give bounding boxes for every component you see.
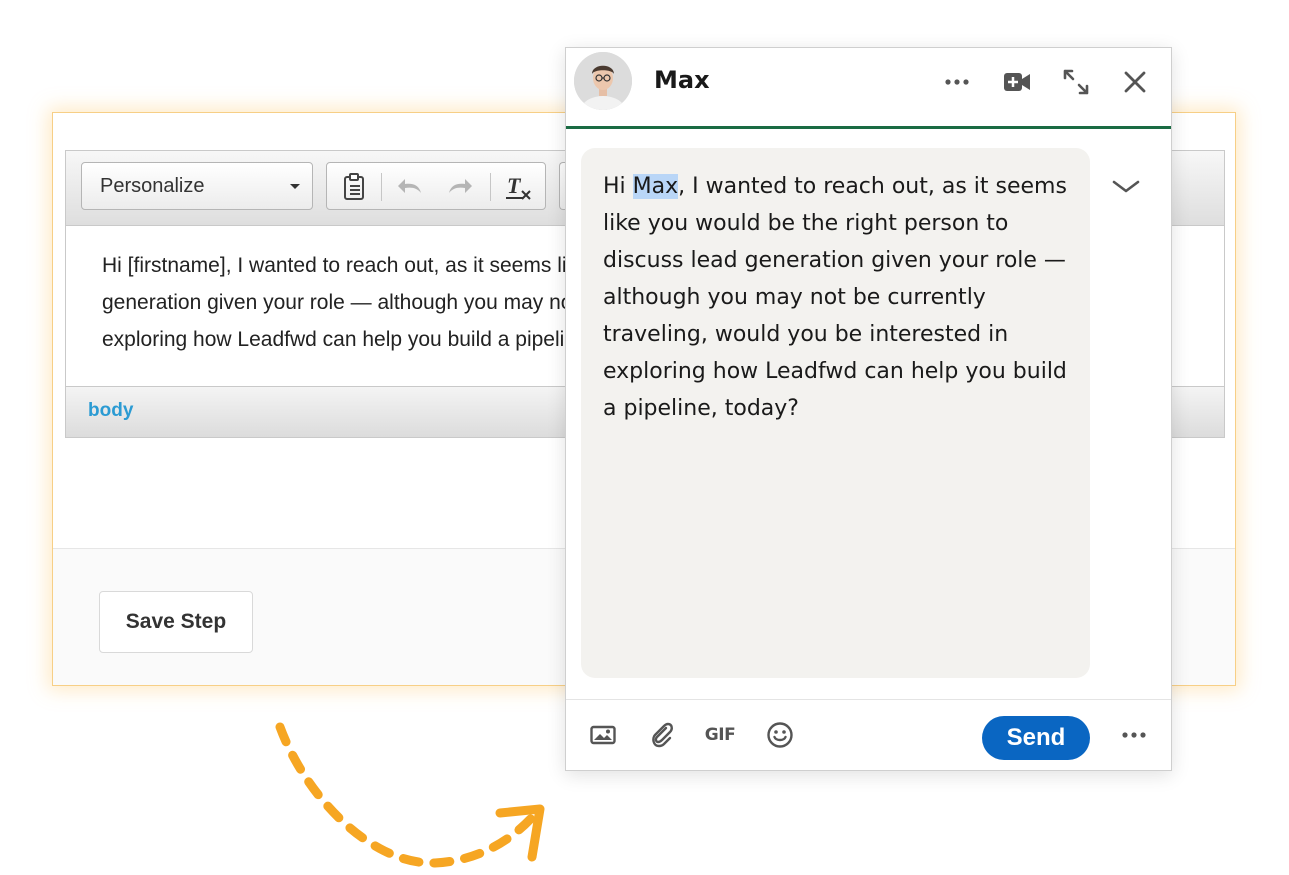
clear-format-icon[interactable]: T <box>503 172 533 202</box>
undo-icon[interactable] <box>396 172 426 202</box>
emoji-icon[interactable] <box>765 720 795 750</box>
attach-icon[interactable] <box>647 720 677 750</box>
email-body-line: Hi [firstname], I wanted to reach out, a… <box>102 254 572 277</box>
message-composer[interactable]: Hi Max, I wanted to reach out, as it see… <box>581 148 1090 678</box>
chevron-down-icon <box>290 184 300 189</box>
more-icon[interactable] <box>1119 720 1149 750</box>
chat-footer: GIF Send <box>566 699 1171 770</box>
gif-icon[interactable]: GIF <box>704 720 736 750</box>
toolbar-divider <box>381 173 382 201</box>
chevron-down-icon[interactable] <box>1111 172 1141 202</box>
edit-tool-group: T <box>326 162 546 210</box>
personalize-dropdown[interactable]: Personalize <box>81 162 313 210</box>
selected-name-text: Max <box>632 174 679 199</box>
send-button[interactable]: Send <box>982 716 1090 760</box>
chat-header: Max <box>566 48 1171 129</box>
email-body-text[interactable]: Hi [firstname], I wanted to reach out, a… <box>102 247 572 358</box>
more-icon[interactable] <box>939 64 975 100</box>
svg-text:T: T <box>507 173 522 198</box>
email-body-line: generation given your role — although yo… <box>102 291 572 314</box>
image-icon[interactable] <box>588 720 618 750</box>
close-icon[interactable] <box>1117 64 1153 100</box>
save-step-button[interactable]: Save Step <box>99 591 253 653</box>
toolbar-divider <box>490 173 491 201</box>
redo-icon[interactable] <box>444 172 474 202</box>
personalize-label: Personalize <box>100 175 205 197</box>
dashed-arrow-icon <box>275 722 545 868</box>
message-text-rest: , I wanted to reach out, as it seems lik… <box>603 174 1067 421</box>
paste-icon[interactable] <box>339 172 369 202</box>
avatar[interactable] <box>574 52 632 110</box>
video-call-icon[interactable] <box>999 64 1035 100</box>
gif-label: GIF <box>704 725 736 745</box>
expand-icon[interactable] <box>1058 64 1094 100</box>
message-text-start: Hi <box>603 174 633 199</box>
chat-window: Max Hi Max, I wanted to reach out, as it… <box>565 47 1172 771</box>
email-body-line: exploring how Leadfwd can help you build… <box>102 328 572 351</box>
contact-name[interactable]: Max <box>654 66 710 94</box>
element-path-label[interactable]: body <box>88 400 133 422</box>
